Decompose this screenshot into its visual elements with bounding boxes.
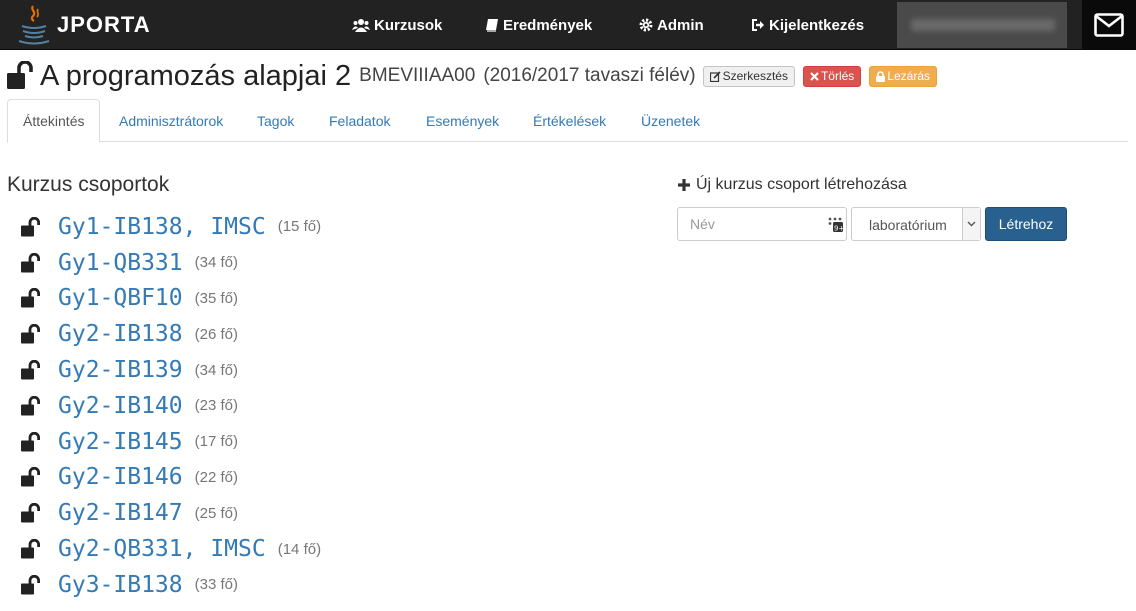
brand-logo[interactable]: JPORTA — [16, 4, 151, 46]
tab-feladatok[interactable]: Feladatok — [314, 99, 405, 142]
nav-kurzusok-label: Kurzusok — [374, 16, 443, 34]
brand-name: JPORTA — [57, 12, 151, 37]
edit-icon — [709, 70, 721, 82]
nav-kurzusok[interactable]: Kurzusok — [352, 0, 442, 50]
course-header: A programozás alapjai 2 BMEVIIIAA00 (201… — [6, 58, 945, 94]
list-item: Gy2-IB139 (34 fő) — [20, 352, 321, 388]
book-icon — [486, 19, 498, 32]
unlock-icon — [20, 574, 46, 595]
tab-esemenyek[interactable]: Események — [411, 99, 514, 142]
tab-uzenetek[interactable]: Üzenetek — [626, 99, 715, 142]
group-link[interactable]: Gy2-IB140 — [58, 393, 183, 419]
tab-tagok[interactable]: Tagok — [242, 99, 309, 142]
list-item: Gy2-IB147 (25 fő) — [20, 495, 321, 531]
nav-kijelentkezes-label: Kijelentkezés — [769, 16, 865, 34]
lock-button[interactable]: Lezárás — [869, 65, 938, 87]
envelope-icon — [1094, 13, 1124, 37]
group-list: Gy1-IB138, IMSC (15 fő) Gy1-QB331 (34 fő) Gy… — [20, 209, 321, 603]
group-member-count: (17 fő) — [194, 433, 238, 451]
group-link[interactable]: Gy2-IB138 — [58, 321, 183, 347]
unlock-icon — [20, 503, 46, 523]
list-item: Gy2-QB331, IMSC (14 fő) — [20, 531, 321, 567]
new-group-title: Új kurzus csoport létrehozása — [696, 176, 907, 193]
sign-out-icon — [752, 19, 764, 31]
edit-button-label: Szerkesztés — [722, 69, 788, 83]
group-link[interactable]: Gy2-IB139 — [58, 357, 183, 383]
group-link[interactable]: Gy3-IB138 — [58, 572, 183, 598]
group-member-count: (34 fő) — [194, 254, 238, 272]
messages-button[interactable] — [1082, 0, 1136, 50]
unlock-icon — [20, 467, 46, 487]
nav-kijelentkezes[interactable]: Kijelentkezés — [751, 0, 864, 50]
user-name-redacted[interactable] — [897, 2, 1067, 48]
group-member-count: (33 fő) — [194, 576, 238, 594]
top-navbar: JPORTA Kurzusok Eredmények Admin Kijelen… — [0, 0, 1136, 50]
group-type-select[interactable]: laboratórium — [851, 207, 981, 241]
plus-icon — [678, 179, 690, 191]
create-group-button[interactable]: Létrehoz — [985, 207, 1067, 241]
unlock-icon — [20, 539, 46, 559]
course-code: BMEVIIIAA00 — [359, 65, 476, 86]
course-tabs: Áttekintés Adminisztrátorok Tagok Felada… — [7, 99, 1128, 143]
list-item: Gy1-IB138, IMSC (15 fő) — [20, 209, 321, 245]
list-item: Gy1-QBF10 (35 fő) — [20, 281, 321, 317]
nav-eredmenyek-label: Eredmények — [503, 16, 593, 34]
unlock-icon — [20, 360, 46, 380]
group-link[interactable]: Gy2-IB146 — [58, 464, 183, 490]
keyboard-icon: 9+ — [828, 217, 843, 233]
group-link[interactable]: Gy2-QB331, IMSC — [58, 536, 266, 562]
group-link[interactable]: Gy1-IB138, IMSC — [58, 214, 266, 240]
lock-icon — [876, 70, 886, 82]
svg-text:9+: 9+ — [834, 225, 843, 233]
list-item: Gy2-IB146 (22 fő) — [20, 460, 321, 496]
new-group-heading: Új kurzus csoport létrehozása — [677, 176, 907, 194]
cog-icon — [639, 18, 653, 32]
nav-admin[interactable]: Admin — [639, 0, 704, 50]
close-icon — [810, 71, 819, 81]
group-member-count: (35 fő) — [194, 289, 238, 307]
group-member-count: (23 fő) — [194, 397, 238, 415]
group-member-count: (22 fő) — [194, 468, 238, 486]
list-item: Gy2-IB145 (17 fő) — [20, 424, 321, 460]
unlock-icon — [20, 216, 46, 237]
group-link[interactable]: Gy1-QBF10 — [58, 285, 183, 311]
group-link[interactable]: Gy2-IB145 — [58, 429, 183, 455]
users-icon — [352, 19, 370, 32]
unlock-icon — [20, 324, 46, 344]
group-member-count: (14 fő) — [277, 540, 322, 558]
list-item: Gy2-IB138 (26 fő) — [20, 316, 321, 352]
group-member-count: (26 fő) — [194, 325, 238, 343]
group-member-count: (34 fő) — [194, 361, 238, 379]
unlock-icon — [7, 61, 33, 89]
group-member-count: (15 fő) — [277, 218, 322, 236]
course-title: A programozás alapjai 2 — [40, 59, 352, 92]
course-semester: (2016/2017 tavaszi félév) — [483, 65, 696, 86]
list-item: Gy1-QB331 (34 fő) — [20, 245, 321, 281]
unlock-icon — [20, 252, 46, 273]
group-member-count: (25 fő) — [194, 504, 238, 522]
group-link[interactable]: Gy1-QB331 — [58, 250, 183, 276]
group-name-field: 9+ — [677, 207, 847, 241]
delete-button[interactable]: Törlés — [802, 65, 862, 87]
nav-eredmenyek[interactable]: Eredmények — [485, 0, 592, 50]
list-item: Gy3-IB138 (33 fő) — [20, 567, 321, 603]
tab-attekintes[interactable]: Áttekintés — [7, 99, 101, 143]
lock-button-label: Lezárás — [887, 69, 931, 83]
java-cup-icon — [18, 5, 50, 45]
edit-button[interactable]: Szerkesztés — [702, 65, 795, 87]
tab-adminisztratorok[interactable]: Adminisztrátorok — [104, 99, 238, 142]
unlock-icon — [20, 395, 46, 416]
chevron-down-icon — [962, 208, 980, 240]
delete-button-label: Törlés — [820, 69, 855, 83]
unlock-icon — [20, 288, 46, 308]
nav-admin-label: Admin — [657, 16, 704, 34]
group-link[interactable]: Gy2-IB147 — [58, 500, 183, 526]
group-type-value: laboratórium — [869, 217, 947, 233]
tab-ertekelesek[interactable]: Értékelések — [518, 99, 621, 142]
list-item: Gy2-IB140 (23 fő) — [20, 388, 321, 424]
groups-heading: Kurzus csoportok — [7, 173, 170, 196]
unlock-icon — [20, 431, 46, 452]
group-name-input[interactable] — [678, 208, 818, 240]
